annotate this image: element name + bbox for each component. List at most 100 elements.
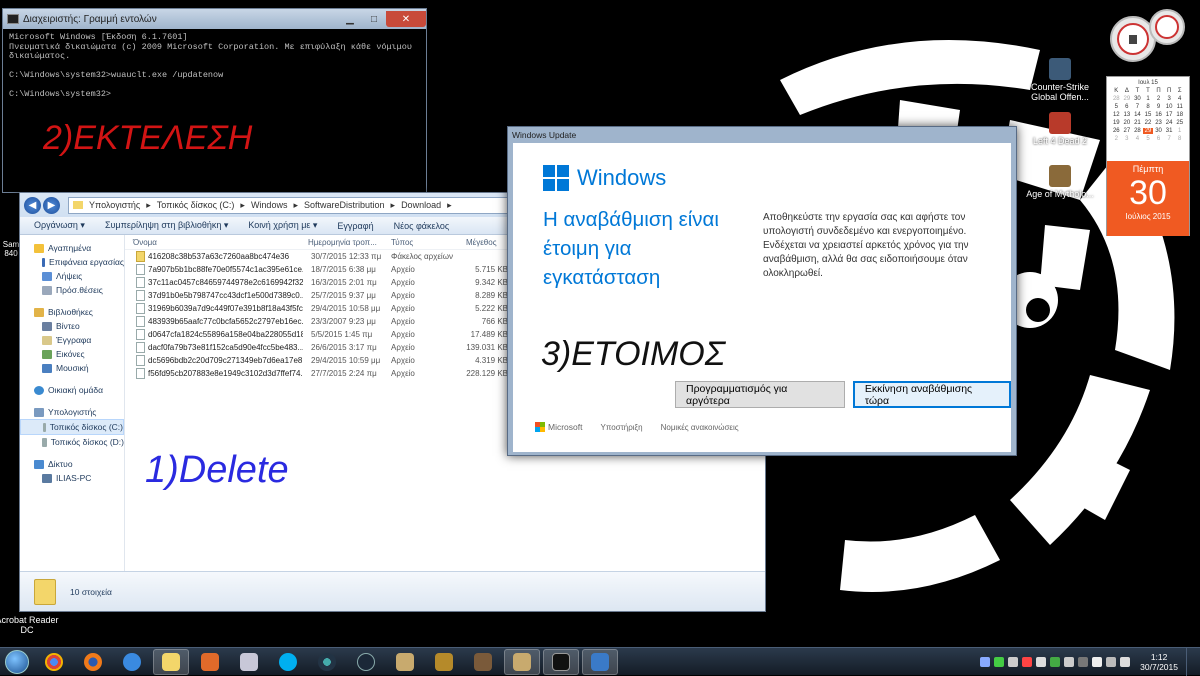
calendar-day[interactable]: 1 — [1174, 128, 1185, 134]
back-button[interactable]: ◀ — [24, 196, 41, 214]
calendar-day[interactable]: 3 — [1164, 96, 1175, 102]
taskbar-app8[interactable] — [309, 649, 345, 675]
calendar-day[interactable]: 4 — [1174, 96, 1185, 102]
nav-homegroup[interactable]: Οικιακή ομάδα — [20, 383, 124, 397]
taskbar-cmd[interactable] — [542, 648, 579, 675]
calendar-day[interactable]: 28 — [1111, 96, 1122, 102]
calendar-day[interactable]: 26 — [1111, 128, 1122, 134]
calendar-day[interactable]: 18 — [1174, 112, 1185, 118]
taskbar-snipping[interactable] — [231, 649, 267, 675]
tray-app-icon[interactable] — [1064, 656, 1075, 667]
organize-button[interactable]: Οργάνωση ▾ — [34, 220, 85, 231]
nav-drive-c[interactable]: Τοπικός δίσκος (C:) — [20, 419, 124, 435]
taskbar-firefox[interactable] — [75, 649, 111, 675]
tray-app-icon[interactable] — [1036, 656, 1047, 667]
nav-network[interactable]: Δίκτυο — [20, 457, 124, 471]
column-date[interactable]: Ημερομηνία τροπ... — [300, 238, 383, 247]
calendar-day[interactable]: 5 — [1143, 136, 1154, 142]
taskbar-skype[interactable] — [270, 649, 306, 675]
calendar-day[interactable]: 2 — [1153, 96, 1164, 102]
nav-documents[interactable]: Έγγραφα — [20, 333, 124, 347]
calendar-day[interactable]: 29 — [1122, 96, 1133, 102]
windows-update-dialog[interactable]: Windows Update Windows Η αναβάθμιση είνα… — [507, 126, 1017, 456]
column-size[interactable]: Μέγεθος — [458, 238, 508, 247]
calendar-day[interactable]: 7 — [1164, 136, 1175, 142]
calendar-day[interactable]: 30 — [1132, 96, 1143, 102]
taskbar-chrome[interactable] — [36, 649, 72, 675]
calendar-day[interactable]: 6 — [1122, 104, 1133, 110]
tray-app-icon[interactable] — [1008, 656, 1019, 667]
show-desktop-button[interactable] — [1186, 647, 1196, 676]
calendar-day[interactable]: 6 — [1153, 136, 1164, 142]
tray-app-icon[interactable] — [1078, 656, 1089, 667]
calendar-day[interactable]: 1 — [1143, 96, 1154, 102]
cmd-output[interactable]: Microsoft Windows [Έκδοση 6.1.7601] Πνευ… — [3, 29, 426, 104]
taskbar-explorer[interactable] — [152, 648, 189, 675]
breadcrumb-item[interactable]: SoftwareDistribution — [304, 200, 385, 210]
legal-link[interactable]: Νομικές ανακοινώσεις — [661, 423, 739, 432]
calendar-day[interactable]: 19 — [1111, 120, 1122, 126]
calendar-day[interactable]: 20 — [1122, 120, 1133, 126]
taskbar-game3[interactable] — [465, 649, 501, 675]
desktop-icon-csgo[interactable]: Counter-Strike Global Offen... — [1025, 58, 1095, 102]
tray-windows-icon[interactable] — [980, 656, 991, 667]
support-link[interactable]: Υποστήριξη — [600, 423, 642, 432]
include-library-button[interactable]: Συμπερίληψη στη βιβλιοθήκη ▾ — [105, 220, 228, 231]
tray-app-icon[interactable] — [1050, 656, 1061, 667]
forward-button[interactable]: ▶ — [43, 196, 60, 214]
taskbar-windows-update[interactable] — [581, 648, 618, 675]
desktop-icon-acrobat[interactable]: Acrobat Reader DC — [0, 615, 62, 635]
nav-music[interactable]: Μουσική — [20, 361, 124, 375]
nav-pictures[interactable]: Εικόνες — [20, 347, 124, 361]
calendar-day[interactable]: 25 — [1174, 120, 1185, 126]
volume-icon[interactable] — [1120, 656, 1131, 667]
cmd-titlebar[interactable]: Διαχειριστής: Γραμμή εντολών ▁ □ ✕ — [3, 9, 426, 29]
network-icon[interactable] — [1106, 656, 1117, 667]
cpu-meter-gadget[interactable] — [1105, 5, 1195, 65]
taskbar-steam[interactable] — [348, 649, 384, 675]
nav-desktop[interactable]: Επιφάνεια εργασίας — [20, 255, 124, 269]
schedule-later-button[interactable]: Προγραμματισμός για αργότερα — [675, 381, 845, 408]
calendar-day[interactable]: 15 — [1143, 112, 1154, 118]
calendar-day[interactable]: 24 — [1164, 120, 1175, 126]
taskbar-lol2[interactable] — [503, 648, 540, 675]
nav-recent[interactable]: Πρόσ.θέσεις — [20, 283, 124, 297]
calendar-gadget[interactable]: Ιουλ 15 Κ Δ Τ Τ Π Π Σ 28 29 30 1 2 3 4 5 6 7 8 9 10 11 12 13 14… — [1106, 76, 1190, 236]
desktop-icon-aom[interactable]: Age of Mytholo... — [1025, 165, 1095, 199]
nav-favorites[interactable]: Αγαπημένα — [20, 241, 124, 255]
calendar-day[interactable]: 30 — [1153, 128, 1164, 134]
nav-drive-d[interactable]: Τοπικός δίσκος (D:) — [20, 435, 124, 449]
breadcrumb-item[interactable]: Windows — [251, 200, 288, 210]
calendar-day[interactable]: 11 — [1174, 104, 1185, 110]
start-upgrade-now-button[interactable]: Εκκίνηση αναβάθμισης τώρα — [852, 381, 1011, 408]
calendar-day[interactable]: 27 — [1122, 128, 1133, 134]
nav-videos[interactable]: Βίντεο — [20, 319, 124, 333]
close-button[interactable]: ✕ — [386, 11, 426, 27]
nav-downloads[interactable]: Λήψεις — [20, 269, 124, 283]
share-with-button[interactable]: Κοινή χρήση με ▾ — [248, 220, 317, 231]
calendar-day[interactable]: 2 — [1111, 136, 1122, 142]
calendar-day[interactable]: 21 — [1132, 120, 1143, 126]
taskbar-ie[interactable] — [114, 649, 150, 675]
calendar-day[interactable]: 4 — [1132, 136, 1143, 142]
nav-libraries[interactable]: Βιβλιοθήκες — [20, 305, 124, 319]
calendar-day[interactable]: 17 — [1164, 112, 1175, 118]
calendar-day[interactable]: 16 — [1153, 112, 1164, 118]
breadcrumb-item[interactable]: Download — [401, 200, 441, 210]
desktop-icon-l4d2[interactable]: Left 4 Dead 2 — [1025, 112, 1095, 146]
calendar-day[interactable]: 8 — [1174, 136, 1185, 142]
calendar-day[interactable]: 12 — [1111, 112, 1122, 118]
calendar-day[interactable]: 31 — [1164, 128, 1175, 134]
minimize-button[interactable]: ▁ — [338, 11, 362, 27]
calendar-day[interactable]: 28 — [1132, 128, 1143, 134]
breadcrumb-item[interactable]: Τοπικός δίσκος (C:) — [157, 200, 235, 210]
calendar-day[interactable]: 7 — [1132, 104, 1143, 110]
burn-button[interactable]: Εγγραφή — [337, 221, 373, 231]
tray-app-icon[interactable] — [1022, 656, 1033, 667]
column-type[interactable]: Τύπος — [383, 238, 458, 247]
nav-pc[interactable]: ILIAS-PC — [20, 471, 124, 485]
new-folder-button[interactable]: Νέος φάκελος — [394, 221, 450, 231]
calendar-day[interactable]: 29 — [1142, 128, 1154, 134]
calendar-day[interactable]: 22 — [1143, 120, 1154, 126]
calendar-day[interactable]: 9 — [1153, 104, 1164, 110]
